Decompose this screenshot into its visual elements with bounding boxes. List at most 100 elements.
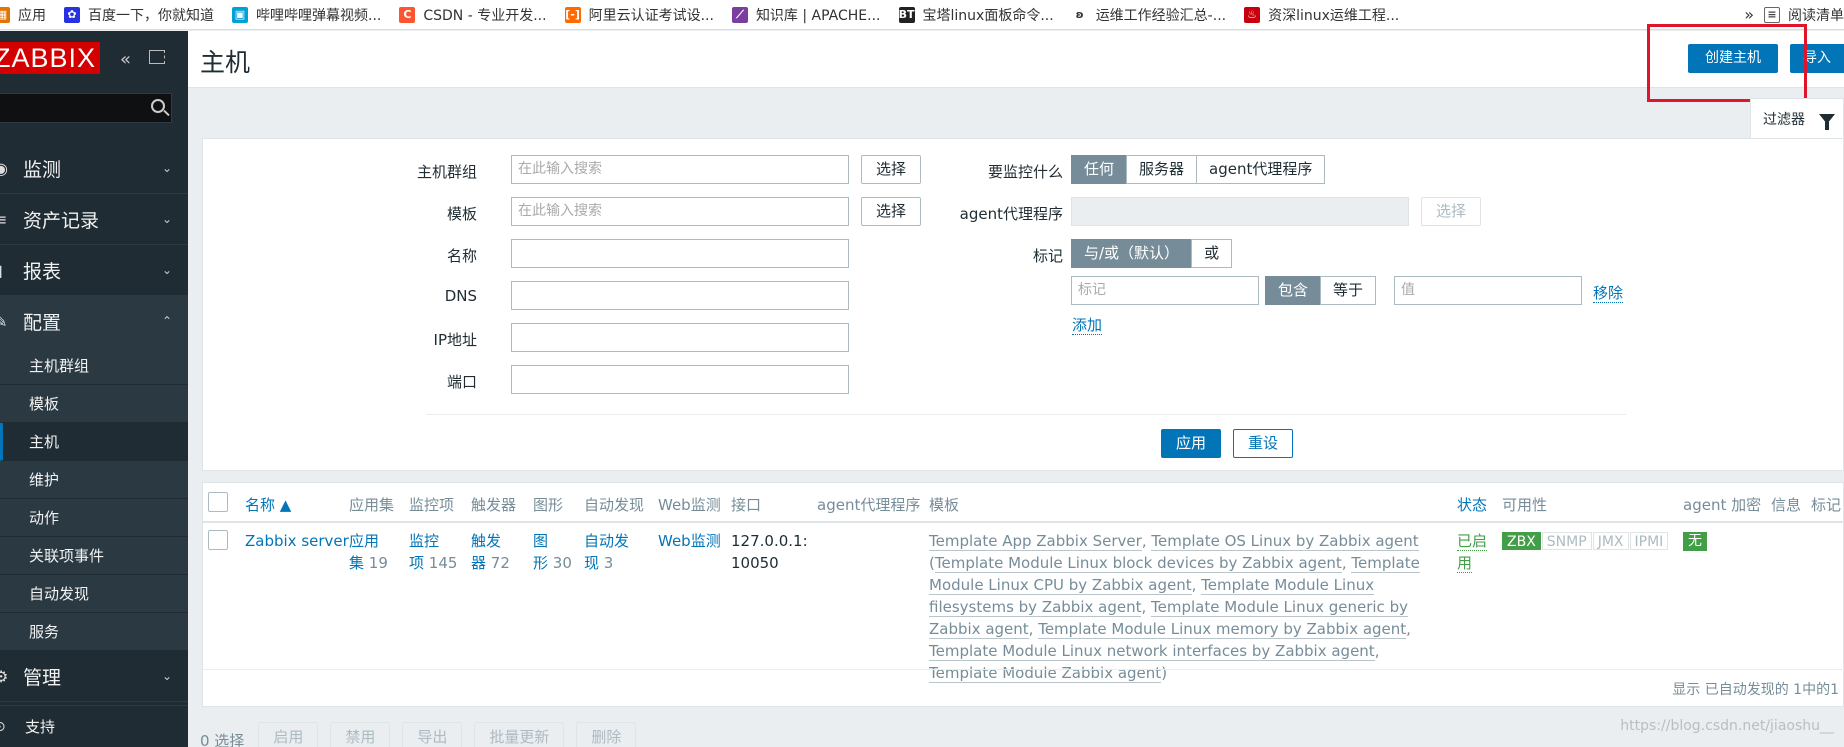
menu-administration[interactable]: ⚙ 管理 ⌄ <box>0 651 188 702</box>
host-applications-link[interactable]: 应用集 19 <box>349 530 397 574</box>
gear-icon: ⚙ <box>0 666 9 686</box>
submenu-services[interactable]: 服务 <box>0 613 188 651</box>
bookmark-linux[interactable]: ♨ 资深linux运维工程... <box>1244 5 1399 25</box>
bookmark-aliyun[interactable]: [-] 阿里云认证考试设... <box>564 5 714 25</box>
col-applications: 应用集 <box>349 496 395 514</box>
enable-button[interactable]: 启用 <box>258 722 319 747</box>
mass-actions-bar: 0 选择 启用 禁用 导出 批量更新 删除 <box>188 717 1844 747</box>
submenu-hosts[interactable]: 主机 <box>0 423 188 461</box>
tag-op-equals[interactable]: 等于 <box>1320 276 1377 305</box>
host-items-link[interactable]: 监控项 145 <box>409 530 467 574</box>
monitored-by-any[interactable]: 任何 <box>1071 155 1128 184</box>
monitored-by-proxy[interactable]: agent代理程序 <box>1196 155 1326 184</box>
bookmark-baidu[interactable]: ✿ 百度一下，你就知道 <box>64 5 214 25</box>
ipmi-badge: IPMI <box>1629 532 1669 550</box>
col-tags: 标记 <box>1811 496 1842 514</box>
templates-select-button[interactable]: 选择 <box>861 197 921 226</box>
bookmark-apache[interactable]: ⟋ 知识库 | APACHE... <box>731 5 881 25</box>
submenu-event-correlation[interactable]: 关联项事件 <box>0 537 188 575</box>
host-status-toggle[interactable]: 已启用 <box>1457 530 1497 574</box>
tag-remove-link[interactable]: 移除 <box>1593 282 1624 303</box>
ip-input[interactable] <box>511 323 849 352</box>
host-groups-select-button[interactable]: 选择 <box>861 155 921 184</box>
watermark: https://blog.csdn.net/jiaoshu__ <box>1620 718 1834 734</box>
host-graphs-link[interactable]: 图形 30 <box>533 530 581 574</box>
name-input[interactable] <box>511 239 849 268</box>
col-graphs: 图形 <box>533 496 564 514</box>
apply-button[interactable]: 应用 <box>1161 429 1221 458</box>
bookmark-bilibili[interactable]: ▣ 哔哩哔哩弹幕视频... <box>232 5 381 25</box>
port-input[interactable] <box>511 365 849 394</box>
jmx-badge: JMX <box>1592 532 1629 550</box>
delete-button[interactable]: 删除 <box>576 722 637 747</box>
reading-list-icon: ≡ <box>1764 6 1780 23</box>
chevron-up-icon: ⌃ <box>161 314 172 328</box>
host-triggers-link[interactable]: 触发器 72 <box>471 530 529 574</box>
csdn-icon: C <box>399 6 416 23</box>
collapse-sidebar-icon[interactable]: « <box>120 49 131 70</box>
host-web-link[interactable]: Web监测 <box>658 530 721 552</box>
submenu-templates[interactable]: 模板 <box>0 385 188 423</box>
tags-or[interactable]: 或 <box>1191 239 1233 268</box>
tags-and-or[interactable]: 与/或（默认） <box>1071 239 1193 268</box>
col-status[interactable]: 状态 <box>1457 494 1487 515</box>
snmp-badge: SNMP <box>1541 532 1592 550</box>
tag-op-contains[interactable]: 包含 <box>1265 276 1322 305</box>
host-interface: 127.0.0.1: 10050 <box>731 532 808 572</box>
apps-icon: ▦ <box>0 6 10 23</box>
menu-configuration[interactable]: ✎ 配置 ⌃ <box>0 296 188 347</box>
tag-value-input[interactable]: 值 <box>1394 276 1582 305</box>
submenu-actions[interactable]: 动作 <box>0 499 188 537</box>
col-interface: 接口 <box>731 496 762 514</box>
eye-icon: ◉ <box>0 158 8 178</box>
host-name-link[interactable]: Zabbix server <box>245 530 349 552</box>
export-button[interactable]: 导出 <box>402 722 463 747</box>
menu-reports[interactable]: ▮ 报表 ⌄ <box>0 245 188 296</box>
submenu-maintenance[interactable]: 维护 <box>0 461 188 499</box>
templates-input[interactable]: 在此输入搜索 <box>511 197 849 226</box>
filter-icon <box>1819 113 1835 130</box>
row-divider <box>203 669 1844 670</box>
selected-count: 0 选择 <box>200 732 245 747</box>
select-all-checkbox[interactable] <box>208 492 228 512</box>
menu-inventory[interactable]: ≡ 资产记录 ⌄ <box>0 194 188 245</box>
proxy-label: agent代理程序 <box>959 205 1063 223</box>
proxy-input <box>1071 197 1409 226</box>
bookmark-ops[interactable]: ʚ 运维工作经验汇总-... <box>1071 5 1226 25</box>
tag-name-input[interactable]: 标记 <box>1071 276 1259 305</box>
kiosk-mode-icon[interactable] <box>149 50 165 64</box>
monitored-by-label: 要监控什么 <box>987 163 1063 181</box>
zabbix-logo[interactable]: ZABBIX <box>0 42 101 74</box>
support-link[interactable]: ⊙ 支持 <box>0 705 188 747</box>
tag-add-link[interactable]: 添加 <box>1072 314 1103 335</box>
name-label: 名称 <box>446 247 477 265</box>
configuration-submenu: 主机群组 模板 主机 维护 动作 关联项事件 自动发现 服务 <box>0 347 188 651</box>
sidebar-search-input[interactable] <box>0 93 172 123</box>
bookmark-bt[interactable]: BT 宝塔linux面板命令... <box>898 5 1054 25</box>
row-checkbox[interactable] <box>208 530 228 550</box>
bookmarks-more-button[interactable]: » <box>1744 5 1754 24</box>
bookmark-csdn[interactable]: C CSDN - 专业开发... <box>399 5 547 25</box>
filter-divider <box>426 414 1626 415</box>
proxy-select-button: 选择 <box>1421 197 1481 226</box>
host-discovery-link[interactable]: 自动发现 3 <box>584 530 654 574</box>
reading-list[interactable]: ≡ 阅读清单 <box>1764 5 1844 25</box>
monitored-by-server[interactable]: 服务器 <box>1126 155 1198 184</box>
chevron-down-icon: ⌄ <box>161 212 172 226</box>
submenu-discovery[interactable]: 自动发现 <box>0 575 188 613</box>
bookmark-apps[interactable]: ▦应用 <box>0 5 46 25</box>
col-name[interactable]: 名称 ▲ <box>245 494 291 515</box>
search-icon[interactable] <box>151 99 165 113</box>
wrench-icon: ✎ <box>0 311 8 331</box>
reset-button[interactable]: 重设 <box>1233 429 1293 458</box>
bilibili-icon: ▣ <box>232 6 248 23</box>
submenu-host-groups[interactable]: 主机群组 <box>0 347 188 385</box>
bt-icon: BT <box>898 6 915 23</box>
dns-input[interactable] <box>511 281 849 310</box>
filter-tab[interactable]: 过滤器 <box>1750 98 1844 138</box>
mass-update-button[interactable]: 批量更新 <box>474 722 565 747</box>
disable-button[interactable]: 禁用 <box>330 722 391 747</box>
col-triggers: 触发器 <box>471 496 517 514</box>
menu-monitoring[interactable]: ◉ 监测 ⌄ <box>0 143 188 194</box>
host-groups-input[interactable]: 在此输入搜索 <box>511 155 849 184</box>
